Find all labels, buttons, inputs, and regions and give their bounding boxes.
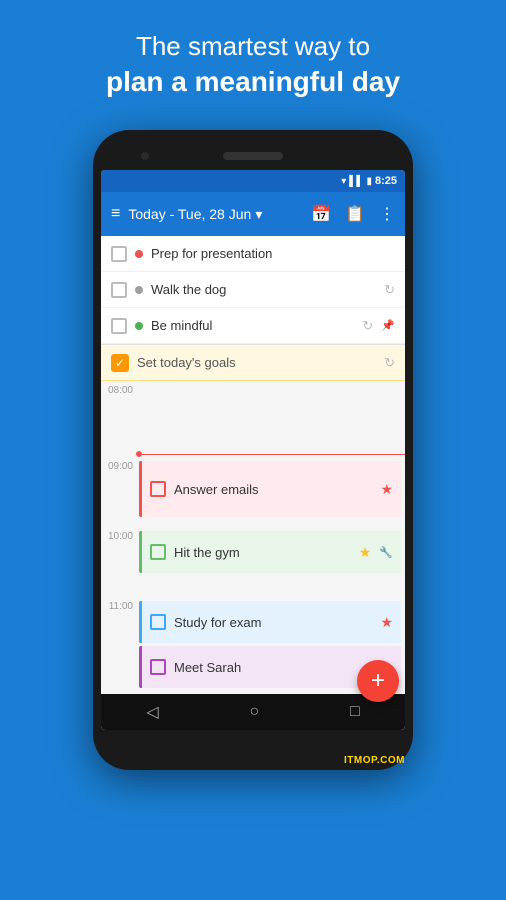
task-checkbox-1[interactable] (111, 246, 127, 262)
menu-icon[interactable]: ≡ (111, 205, 120, 223)
task-dot-green (135, 322, 143, 330)
repeat-icon-3: ↻ (362, 318, 373, 334)
task-dot-grey (135, 286, 143, 294)
task-card-exam[interactable]: Study for exam ★ (139, 601, 401, 643)
more-icon[interactable]: ⋮ (379, 204, 395, 224)
time-section-8: 08:00 (101, 381, 405, 451)
home-button[interactable]: ○ (249, 703, 259, 721)
toolbar-title[interactable]: Today - Tue, 28 Jun ▾ (128, 206, 303, 223)
goals-text: Set today's goals (137, 355, 376, 370)
app-toolbar: ≡ Today - Tue, 28 Jun ▾ 📅 📋 ⋮ (101, 192, 405, 236)
tagline-bold: plan a meaningful day (40, 64, 466, 100)
task-text-exam: Study for exam (174, 615, 372, 630)
time-content-9: Answer emails ★ (139, 457, 405, 527)
star-icon-emails: ★ (380, 481, 393, 498)
task-card-gym[interactable]: Hit the gym ★ 🔧 (139, 531, 401, 573)
time-label-11: 11:00 (101, 597, 139, 692)
star-icon-exam: ★ (380, 614, 393, 631)
task-item[interactable]: Prep for presentation (101, 236, 405, 272)
task-text-1: Prep for presentation (151, 246, 395, 261)
task-item[interactable]: Be mindful ↻ 📌 (101, 308, 405, 344)
calendar-icon[interactable]: 📅 (311, 204, 331, 224)
time-section-10: 10:00 Hit the gym ★ 🔧 (101, 527, 405, 597)
signal-icon: ▌▌ (349, 176, 363, 187)
current-time-line (142, 454, 405, 455)
wifi-icon: ▾ (341, 176, 346, 187)
pin-icon-gym: 🔧 (379, 546, 393, 559)
task-text-gym: Hit the gym (174, 545, 351, 560)
phone-body: ▾ ▌▌ ▮ 8:25 ≡ Today - Tue, 28 Jun ▾ 📅 📋 … (93, 130, 413, 770)
task-item[interactable]: Walk the dog ↻ (101, 272, 405, 308)
goals-repeat-icon: ↻ (384, 355, 395, 371)
time-row-8: 08:00 (101, 381, 405, 451)
battery-icon: ▮ (366, 176, 372, 187)
task-card-emails[interactable]: Answer emails ★ (139, 461, 401, 517)
unscheduled-section: Prep for presentation Walk the dog ↻ Be … (101, 236, 405, 345)
fab-button[interactable]: + (357, 660, 399, 702)
toolbar-actions: 📅 📋 ⋮ (311, 204, 395, 224)
watermark: ITMOP.COM (344, 755, 405, 766)
clipboard-icon[interactable]: 📋 (345, 204, 365, 224)
time-content-8 (139, 381, 405, 451)
checkmark-icon: ✓ (115, 356, 125, 370)
tagline-normal: The smartest way to (40, 30, 466, 64)
time-section-9: 09:00 Answer emails ★ (101, 457, 405, 527)
speaker (223, 152, 283, 160)
task-checkbox-emails[interactable] (150, 481, 166, 497)
task-checkbox-gym[interactable] (150, 544, 166, 560)
star-icon-gym: ★ (359, 544, 372, 561)
time-label-8: 08:00 (101, 381, 139, 451)
phone-screen: ▾ ▌▌ ▮ 8:25 ≡ Today - Tue, 28 Jun ▾ 📅 📋 … (101, 170, 405, 730)
time-label-9: 09:00 (101, 457, 139, 527)
status-bar: ▾ ▌▌ ▮ 8:25 (101, 170, 405, 192)
header-section: The smartest way to plan a meaningful da… (0, 0, 506, 120)
pin-icon-3: 📌 (381, 319, 395, 332)
goals-item[interactable]: ✓ Set today's goals ↻ (101, 345, 405, 381)
task-checkbox-3[interactable] (111, 318, 127, 334)
task-checkbox-2[interactable] (111, 282, 127, 298)
back-button[interactable]: ◁ (146, 702, 158, 722)
time-row-10: 10:00 Hit the gym ★ 🔧 (101, 527, 405, 597)
time-label-10: 10:00 (101, 527, 139, 597)
task-checkbox-exam[interactable] (150, 614, 166, 630)
phone-top (101, 142, 405, 170)
time-content-10: Hit the gym ★ 🔧 (139, 527, 405, 597)
status-time: 8:25 (375, 175, 397, 187)
dropdown-icon: ▾ (255, 206, 262, 223)
time-row-9: 09:00 Answer emails ★ (101, 457, 405, 527)
recent-button[interactable]: □ (350, 703, 360, 721)
toolbar-title-text: Today - Tue, 28 Jun (128, 206, 251, 222)
task-text-emails: Answer emails (174, 482, 372, 497)
task-dot-red (135, 250, 143, 258)
task-text-2: Walk the dog (151, 282, 376, 297)
phone-mockup: ▾ ▌▌ ▮ 8:25 ≡ Today - Tue, 28 Jun ▾ 📅 📋 … (0, 130, 506, 770)
task-checkbox-sarah[interactable] (150, 659, 166, 675)
task-text-3: Be mindful (151, 318, 354, 333)
camera (141, 152, 149, 160)
task-list: Prep for presentation Walk the dog ↻ Be … (101, 236, 405, 694)
phone-nav: ◁ ○ □ (101, 694, 405, 730)
repeat-icon-2: ↻ (384, 282, 395, 298)
status-icons: ▾ ▌▌ ▮ 8:25 (341, 175, 397, 187)
goals-checkbox[interactable]: ✓ (111, 354, 129, 372)
